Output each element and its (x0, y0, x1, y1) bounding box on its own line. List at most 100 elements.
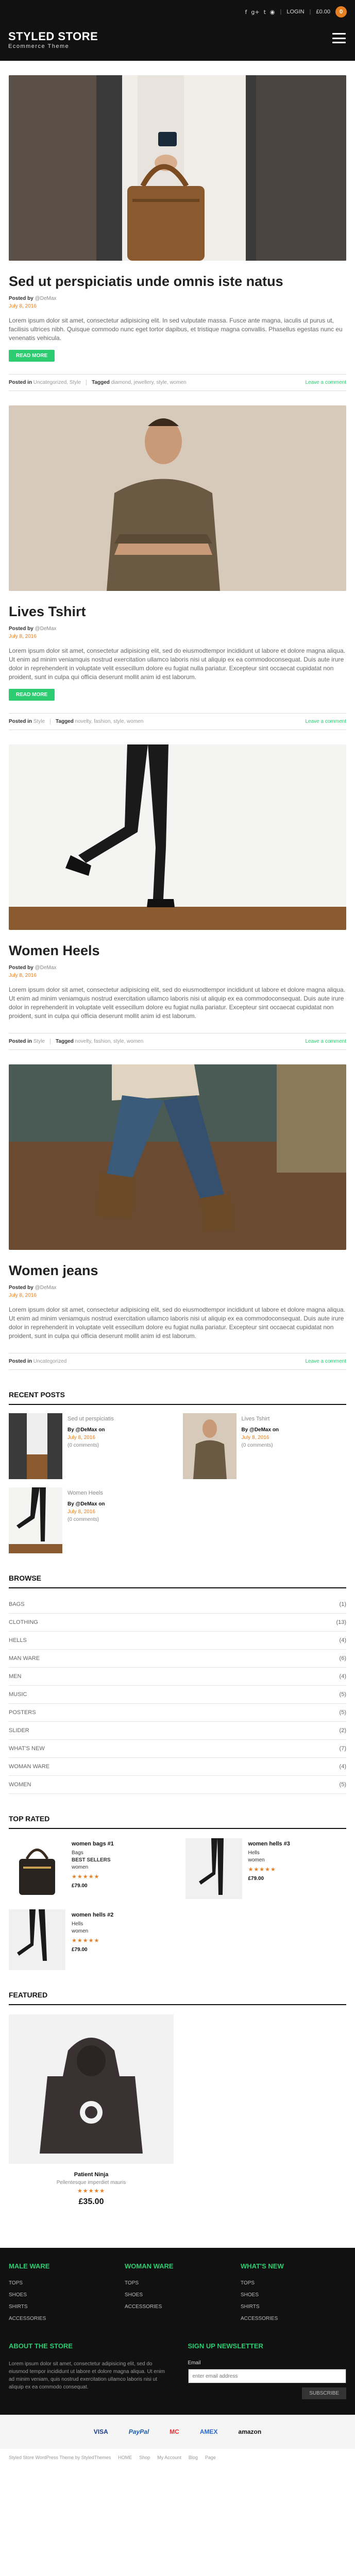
category-item[interactable]: BAGS (1) (9, 1596, 346, 1614)
category-item[interactable]: MEN (4) (9, 1668, 346, 1686)
category-label[interactable]: MUSIC (9, 1691, 27, 1698)
post-image-tshirt[interactable] (9, 405, 346, 591)
product-item[interactable]: women hells #3 Hells women ★★★★★ £79.00 (185, 1838, 347, 1899)
product-category[interactable]: women (72, 1864, 114, 1871)
category-item[interactable]: POSTERS (5) (9, 1704, 346, 1722)
category-label[interactable]: CLOTHING (9, 1619, 38, 1625)
recent-post-title[interactable]: Women Heels (67, 1489, 105, 1497)
subscribe-button[interactable]: SUBSCRIBE (302, 2387, 346, 2399)
product-item[interactable]: women bags #1 Bags BEST SELLERS women ★★… (9, 1838, 170, 1899)
footer-link[interactable]: SHOES (241, 2292, 346, 2298)
category-label[interactable]: WOMEN (9, 1782, 31, 1788)
post-title[interactable]: Women Heels (9, 943, 346, 959)
category-item[interactable]: WOMAN WARE (4) (9, 1758, 346, 1776)
post-date[interactable]: July 8, 2016 (9, 972, 346, 979)
recent-post-item[interactable]: Sed ut perspiciatis By @DeMax on July 8,… (9, 1413, 173, 1479)
google-plus-icon[interactable]: g+ (251, 9, 259, 15)
category-label[interactable]: HELLS (9, 1637, 27, 1643)
bottom-nav-blog[interactable]: Blog (189, 2455, 198, 2460)
category-item[interactable]: WOMEN (5) (9, 1776, 346, 1794)
post-tag-links[interactable]: diamond, jewellery, style, women (111, 380, 187, 385)
footer-link[interactable]: SHOES (9, 2292, 114, 2298)
footer-link[interactable]: SHIRTS (241, 2304, 346, 2310)
recent-post-thumbnail[interactable] (9, 1487, 62, 1553)
bottom-nav-page[interactable]: Page (205, 2455, 216, 2460)
leave-comment-link[interactable]: Leave a comment (306, 1039, 347, 1044)
category-item[interactable]: SLIDER (2) (9, 1722, 346, 1740)
footer-link[interactable]: SHOES (125, 2292, 230, 2298)
category-label[interactable]: BAGS (9, 1601, 25, 1607)
product-category[interactable]: BEST SELLERS (72, 1857, 114, 1864)
category-item[interactable]: MAN WARE (6) (9, 1650, 346, 1668)
footer-link[interactable]: TOPS (125, 2280, 230, 2286)
product-name[interactable]: women bags #1 (72, 1840, 114, 1848)
product-category[interactable]: women (248, 1857, 290, 1864)
category-label[interactable]: POSTERS (9, 1709, 36, 1716)
category-label[interactable]: MEN (9, 1673, 21, 1680)
twitter-icon[interactable]: t (264, 9, 266, 15)
category-label[interactable]: MAN WARE (9, 1655, 40, 1662)
post-category-link[interactable]: Style (33, 1039, 45, 1044)
rss-icon[interactable]: ◉ (270, 9, 275, 15)
menu-hamburger-icon[interactable] (332, 33, 346, 43)
post-author[interactable]: @DeMax (35, 965, 57, 971)
post-title[interactable]: Lives Tshirt (9, 604, 346, 620)
product-thumbnail[interactable] (185, 1838, 242, 1899)
footer-link[interactable]: TOPS (9, 2280, 114, 2286)
cart-count-badge[interactable]: 0 (335, 6, 347, 18)
post-category-link[interactable]: Uncategorized (33, 1359, 66, 1364)
product-name[interactable]: women hells #2 (72, 1911, 113, 1919)
product-name[interactable]: women hells #3 (248, 1840, 290, 1848)
read-more-button[interactable]: READ MORE (9, 689, 55, 701)
footer-link[interactable]: ACCESSORIES (125, 2304, 230, 2310)
post-category-link[interactable]: Style (33, 719, 45, 724)
post-date[interactable]: July 8, 2016 (9, 302, 346, 310)
category-item[interactable]: HELLS (4) (9, 1632, 346, 1650)
category-item[interactable]: WHAT'S NEW (7) (9, 1740, 346, 1758)
site-title[interactable]: STYLED STORE (8, 30, 98, 43)
post-author[interactable]: @DeMax (35, 626, 57, 632)
facebook-icon[interactable]: f (245, 9, 247, 15)
product-category[interactable]: Hells (72, 1921, 113, 1928)
leave-comment-link[interactable]: Leave a comment (306, 380, 347, 385)
product-category[interactable]: women (72, 1928, 113, 1935)
recent-post-title[interactable]: Sed ut perspiciatis (67, 1415, 114, 1423)
leave-comment-link[interactable]: Leave a comment (306, 1359, 347, 1364)
recent-post-title[interactable]: Lives Tshirt (242, 1415, 279, 1423)
footer-link[interactable]: ACCESSORIES (9, 2316, 114, 2321)
bottom-nav-home[interactable]: HOME (118, 2455, 132, 2460)
category-label[interactable]: WOMAN WARE (9, 1764, 49, 1770)
post-date[interactable]: July 8, 2016 (9, 633, 346, 640)
recent-post-thumbnail[interactable] (182, 1413, 236, 1479)
product-category[interactable]: Hells (248, 1850, 290, 1857)
post-tag-links[interactable]: novelty, fashion, style, women (75, 1039, 144, 1044)
read-more-button[interactable]: READ MORE (9, 350, 55, 362)
featured-product-image[interactable] (9, 2014, 174, 2164)
recent-post-item[interactable]: Lives Tshirt By @DeMax on July 8, 2016 (… (182, 1413, 347, 1479)
post-author[interactable]: @DeMax (35, 296, 57, 301)
post-image-handbag[interactable] (9, 75, 346, 261)
post-date[interactable]: July 8, 2016 (9, 1292, 346, 1299)
post-author[interactable]: @DeMax (35, 1285, 57, 1291)
product-thumbnail[interactable] (9, 1909, 65, 1970)
featured-product[interactable]: Patient Ninja Pellentesque imperdiet mau… (9, 2014, 174, 2207)
post-title[interactable]: Sed ut perspiciatis unde omnis iste natu… (9, 274, 346, 290)
footer-link[interactable]: SHIRTS (9, 2304, 114, 2310)
bottom-nav-account[interactable]: My Account (157, 2455, 181, 2460)
post-tag-links[interactable]: novelty, fashion, style, women (75, 719, 144, 724)
post-image-jeans[interactable] (9, 1064, 346, 1250)
category-label[interactable]: SLIDER (9, 1727, 29, 1734)
featured-product-name[interactable]: Patient Ninja (9, 2172, 174, 2178)
post-category-link[interactable]: Uncategorized, Style (33, 380, 81, 385)
email-field[interactable] (188, 2369, 346, 2383)
recent-post-item[interactable]: Women Heels By @DeMax on July 8, 2016 (0… (9, 1487, 173, 1553)
post-image-heels[interactable] (9, 744, 346, 930)
cart-total[interactable]: £0.00 (316, 9, 330, 15)
product-item[interactable]: women hells #2 Hells women ★★★★★ £79.00 (9, 1909, 170, 1970)
leave-comment-link[interactable]: Leave a comment (306, 719, 347, 724)
category-item[interactable]: MUSIC (5) (9, 1686, 346, 1704)
post-title[interactable]: Women jeans (9, 1263, 346, 1279)
bottom-nav-shop[interactable]: Shop (139, 2455, 150, 2460)
footer-link[interactable]: ACCESSORIES (241, 2316, 346, 2321)
product-thumbnail[interactable] (9, 1838, 65, 1899)
